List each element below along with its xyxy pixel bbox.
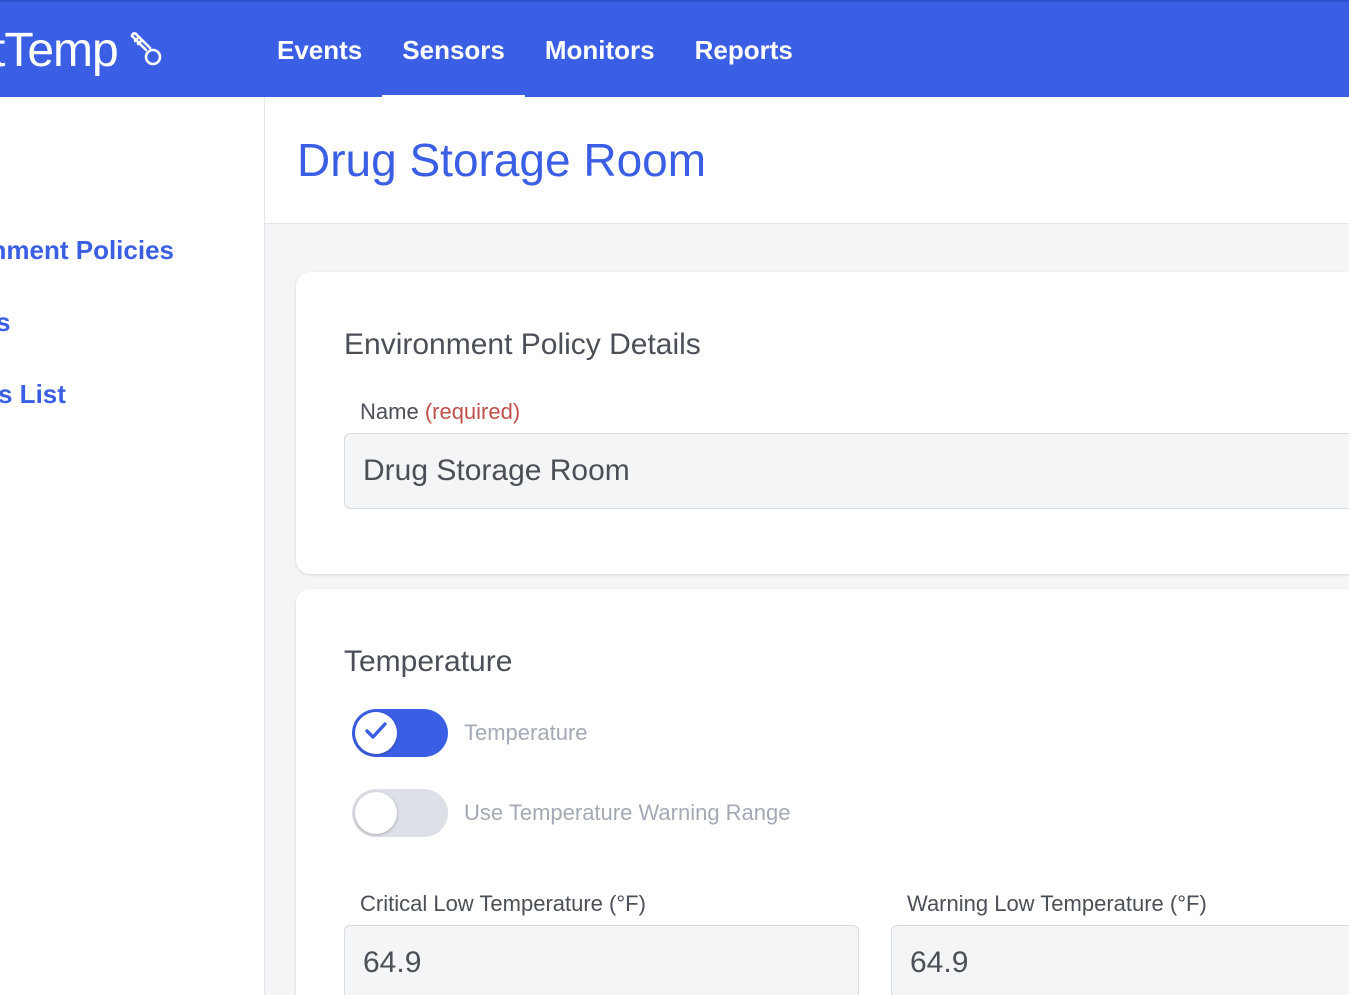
temperature-toggle[interactable] [352,709,448,757]
required-indicator: (required) [424,399,521,424]
warning-low-input[interactable] [891,925,1349,995]
policy-name-input[interactable] [344,433,1349,509]
toggle-knob [355,792,397,834]
nav-sensors[interactable]: Sensors [382,2,525,99]
nav-monitors[interactable]: Monitors [525,2,675,99]
critical-low-label: Critical Low Temperature (°F) [360,891,646,916]
top-nav-bar: tTemp Events Sensors Monitors Reports [0,0,1349,99]
nav-events[interactable]: Events [257,2,382,99]
nav-events-label: Events [277,35,363,65]
toggle-knob [355,712,397,754]
policy-details-title: Environment Policy Details [344,328,701,361]
sidebar-item-list[interactable]: s List [0,379,66,410]
thermometer-icon [124,30,164,70]
app-logo[interactable]: tTemp [0,20,164,80]
main-nav: Events Sensors Monitors Reports [257,2,813,99]
name-field-label: Name (required) [360,399,520,425]
page-header: Drug Storage Room [265,97,1349,224]
logo-text: tTemp [0,23,119,77]
sidebar: nment Policies s s List [0,97,265,995]
nav-reports[interactable]: Reports [675,2,813,99]
policy-details-card: Environment Policy Details Name (require… [296,272,1349,574]
sidebar-item-environment-policies[interactable]: nment Policies [0,235,174,266]
warning-range-toggle-label: Use Temperature Warning Range [464,800,791,825]
sidebar-item-2[interactable]: s [0,307,10,338]
temperature-section-title: Temperature [344,645,513,678]
temperature-toggle-label: Temperature [464,720,588,745]
nav-reports-label: Reports [694,35,793,65]
page-title: Drug Storage Room [297,134,707,186]
name-label-text: Name [360,399,419,424]
nav-monitors-label: Monitors [544,35,655,65]
warning-low-label: Warning Low Temperature (°F) [907,891,1207,916]
check-icon [363,718,389,749]
temperature-card: Temperature Temperature Use Temperature … [296,589,1349,995]
nav-sensors-label: Sensors [402,35,505,65]
warning-range-toggle[interactable] [352,789,448,837]
critical-low-input[interactable] [344,925,859,995]
